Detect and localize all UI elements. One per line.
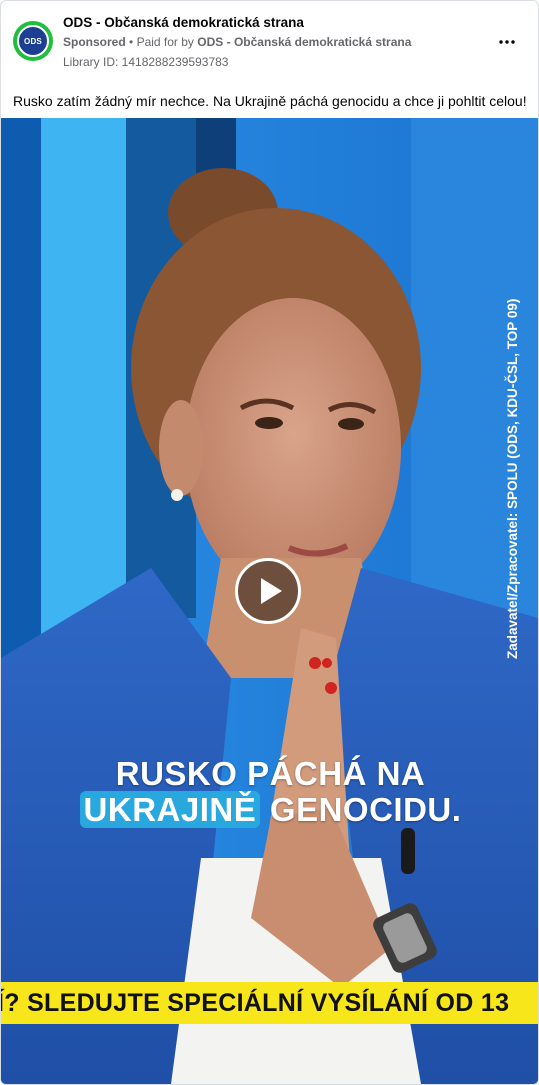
play-button[interactable] bbox=[235, 558, 301, 624]
sponsored-label: Sponsored bbox=[63, 35, 126, 49]
caption-highlight: UKRAJINĚ bbox=[79, 791, 261, 828]
play-icon bbox=[261, 578, 282, 604]
page-avatar[interactable]: ODS bbox=[13, 21, 53, 61]
ad-body-text: Rusko zatím žádný mír nechce. Na Ukrajin… bbox=[13, 93, 527, 109]
caption-rest: GENOCIDU. bbox=[260, 791, 462, 828]
video-player[interactable]: Zadavatel/Zpracovatel: SPOLU (ODS, KDU-Č… bbox=[1, 118, 538, 1084]
post-header: ODS ODS - Občanská demokratická strana S… bbox=[1, 1, 538, 85]
sponsor-disclaimer-vertical: Zadavatel/Zpracovatel: SPOLU (ODS, KDU-Č… bbox=[505, 298, 520, 659]
library-id: Library ID: 1418288239593783 bbox=[63, 55, 229, 69]
page-name-link[interactable]: ODS - Občanská demokratická strana bbox=[63, 15, 304, 30]
ad-card: ODS ODS - Občanská demokratická strana S… bbox=[0, 0, 539, 1085]
avatar-logo: ODS bbox=[17, 25, 49, 57]
avatar-logo-text: ODS bbox=[24, 36, 42, 46]
caption-line-2: UKRAJINĚ GENOCIDU. bbox=[1, 791, 538, 829]
sponsor-line: Sponsored • Paid for by ODS - Občanská d… bbox=[63, 35, 411, 49]
paid-for-by-name[interactable]: ODS - Občanská demokratická strana bbox=[197, 35, 411, 49]
caption-line-1: RUSKO PÁCHÁ NA bbox=[115, 755, 426, 792]
ticker-text: Í? SLEDUJTE SPECIÁLNÍ VYSÍLÁNÍ OD 13 bbox=[1, 989, 510, 1017]
paid-for-by-label: Paid for by bbox=[136, 35, 194, 49]
separator-dot: • bbox=[129, 35, 134, 49]
more-options-button[interactable] bbox=[491, 29, 523, 55]
more-horizontal-icon bbox=[499, 40, 515, 44]
news-ticker: Í? SLEDUJTE SPECIÁLNÍ VYSÍLÁNÍ OD 13 bbox=[1, 982, 538, 1024]
